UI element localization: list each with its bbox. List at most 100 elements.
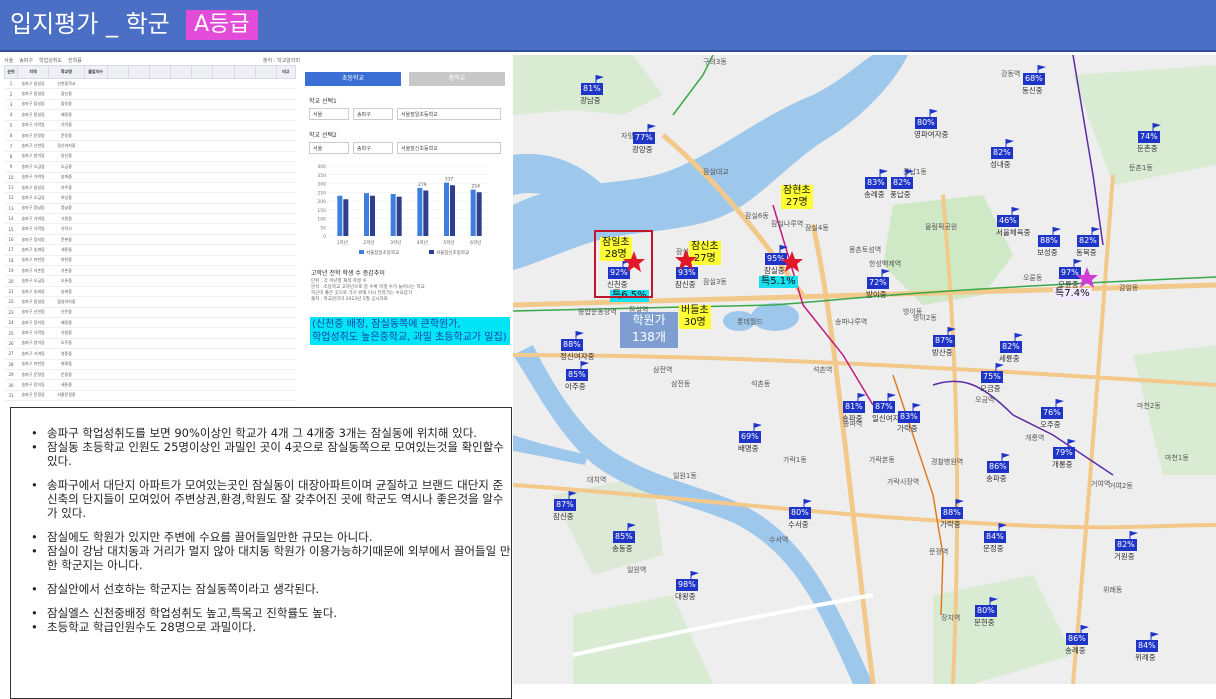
table-cell: 오륜중: [48, 275, 85, 287]
table-cell: 송파구 풍납동: [17, 203, 49, 215]
table-row: 1 송파구 잠실동 신천중학교: [4, 78, 296, 90]
table-cell: [212, 140, 235, 152]
select2-district[interactable]: 송파구: [353, 142, 393, 154]
select2-city[interactable]: 서울: [309, 142, 349, 154]
school-achievement-badge[interactable]: 80%: [789, 507, 811, 519]
school-achievement-badge[interactable]: 77%: [633, 132, 655, 144]
school-achievement-badge[interactable]: 93%: [676, 267, 698, 279]
school-achievement-badge[interactable]: 82%: [991, 147, 1013, 159]
school-achievement-badge[interactable]: 76%: [1041, 407, 1063, 419]
table-cell: [107, 286, 129, 298]
table-cell: [255, 192, 277, 204]
table-cell: [107, 348, 129, 360]
sheet-region-select[interactable]: 서울: [4, 57, 13, 64]
table-cell: [128, 379, 150, 391]
select1-school[interactable]: 서울잠일초등학교: [397, 108, 501, 120]
table-cell: [84, 172, 108, 183]
school-achievement-badge[interactable]: 80%: [915, 117, 937, 129]
table-cell: [107, 130, 129, 142]
school-achievement-badge[interactable]: 87%: [933, 335, 955, 347]
school-achievement-badge[interactable]: 85%: [613, 531, 635, 543]
school-achievement-badge[interactable]: 87%: [554, 499, 576, 511]
table-cell: [149, 172, 171, 183]
select1-district[interactable]: 송파구: [353, 108, 393, 120]
school-achievement-badge[interactable]: 82%: [1000, 341, 1022, 353]
enrollment-chart: 0 50 100 150 200 250 300 350 400 1학년 2학년 3학년 4학년 5학년 6…: [305, 160, 501, 260]
table-row: 17 송파구 송파동 세륜중: [4, 244, 296, 256]
tab-elementary[interactable]: 초등학교: [305, 72, 401, 86]
sheet-district-select[interactable]: 송파구: [19, 57, 33, 64]
jamil-highlight-box: [594, 230, 653, 298]
school-achievement-badge[interactable]: 81%: [581, 83, 603, 95]
table-cell: [234, 109, 256, 121]
table-cell: 24: [4, 317, 18, 329]
school-achievement-badge[interactable]: 68%: [1023, 73, 1045, 85]
school-achievement-badge[interactable]: 83%: [898, 411, 920, 423]
table-cell: [191, 140, 213, 152]
table-cell: [84, 359, 108, 370]
sheet-column-header: [106, 65, 129, 79]
school-achievement-badge[interactable]: 46%: [997, 215, 1019, 227]
table-cell: [255, 369, 277, 381]
map-place-label: 대치역: [587, 476, 607, 484]
table-cell: [107, 151, 129, 163]
table-cell: [234, 338, 256, 350]
school-achievement-badge[interactable]: 85%: [566, 369, 588, 381]
school-achievement-badge[interactable]: 74%: [1138, 131, 1160, 143]
table-cell: [234, 255, 256, 267]
select2-school[interactable]: 서울잠신초등학교: [397, 142, 501, 154]
school-achievement-badge[interactable]: 82%: [891, 177, 913, 189]
school-name-label: 수서중: [788, 520, 809, 529]
school-achievement-badge[interactable]: 82%: [1077, 235, 1099, 247]
school-achievement-badge[interactable]: 98%: [676, 579, 698, 591]
marker-school-name: 버들초: [681, 305, 709, 316]
table-cell: [107, 140, 129, 152]
elementary-school-marker[interactable]: 버들초 30명: [679, 305, 711, 329]
sheet-filter-b[interactable]: 진학률: [68, 57, 82, 64]
school-achievement-badge[interactable]: 83%: [865, 177, 887, 189]
map-place-label: 한성백제역: [869, 260, 902, 268]
school-achievement-badge[interactable]: 79%: [1053, 447, 1075, 459]
school-achievement-badge[interactable]: 86%: [1066, 633, 1088, 645]
table-cell: [149, 265, 171, 277]
map-place-label: 오금역: [975, 396, 995, 404]
table-cell: [107, 390, 129, 402]
select1-city[interactable]: 서울: [309, 108, 349, 120]
school-achievement-badge[interactable]: 84%: [984, 531, 1006, 543]
table-cell: [276, 172, 296, 183]
table-cell: [234, 223, 256, 235]
chart-bar: [423, 190, 429, 236]
school-achievement-badge[interactable]: 86%: [987, 461, 1009, 473]
school-achievement-badge[interactable]: 88%: [1038, 235, 1060, 247]
elementary-school-marker[interactable]: 잠현초 27명: [781, 185, 813, 209]
school-achievement-badge[interactable]: 81%: [843, 401, 865, 413]
school-achievement-badge[interactable]: 82%: [1115, 539, 1137, 551]
table-cell: [149, 99, 171, 111]
bullet-item: 초등학교 학급인원수도 28명으로 과밀이다.: [31, 620, 511, 634]
school-achievement-badge[interactable]: 84%: [1136, 640, 1158, 652]
bullet-item: 송파구 학업성취도를 보면 90%이상인 학교가 4개 그 4개중 3개는 잠실…: [31, 426, 511, 440]
school-achievement-badge[interactable]: 75%: [981, 371, 1003, 383]
school-achievement-badge[interactable]: 80%: [975, 605, 997, 617]
school-achievement-badge[interactable]: 72%: [867, 277, 889, 289]
sheet-filter-a[interactable]: 학업성취도: [39, 57, 62, 64]
table-cell: 29: [4, 369, 18, 381]
school-achievement-badge[interactable]: 95%: [765, 253, 787, 265]
table-cell: 송파구 문정동: [17, 390, 49, 402]
table-cell: [212, 265, 235, 277]
y-tick-label: 100: [317, 217, 326, 223]
elementary-school-marker[interactable]: 잠신초 27명: [689, 241, 721, 265]
school-achievement-badge[interactable]: 69%: [739, 431, 761, 443]
school-achievement-badge[interactable]: 88%: [941, 507, 963, 519]
tab-middle[interactable]: 중학교: [409, 72, 505, 86]
table-cell: [255, 379, 277, 391]
school-achievement-badge[interactable]: 97%: [1059, 267, 1081, 279]
data-label: 337: [445, 177, 454, 183]
table-cell: 보성중: [48, 192, 85, 204]
table-cell: [255, 255, 277, 267]
school-achievement-badge[interactable]: 87%: [873, 401, 895, 413]
table-cell: [170, 234, 192, 246]
school-achievement-badge[interactable]: 88%: [561, 339, 583, 351]
table-cell: [128, 317, 150, 329]
school-map[interactable]: 구의3동자양3동잠실대교잠실7동잠실6동잠실3동잠실나루역잠실4동몽촌토성역한성…: [513, 55, 1216, 684]
